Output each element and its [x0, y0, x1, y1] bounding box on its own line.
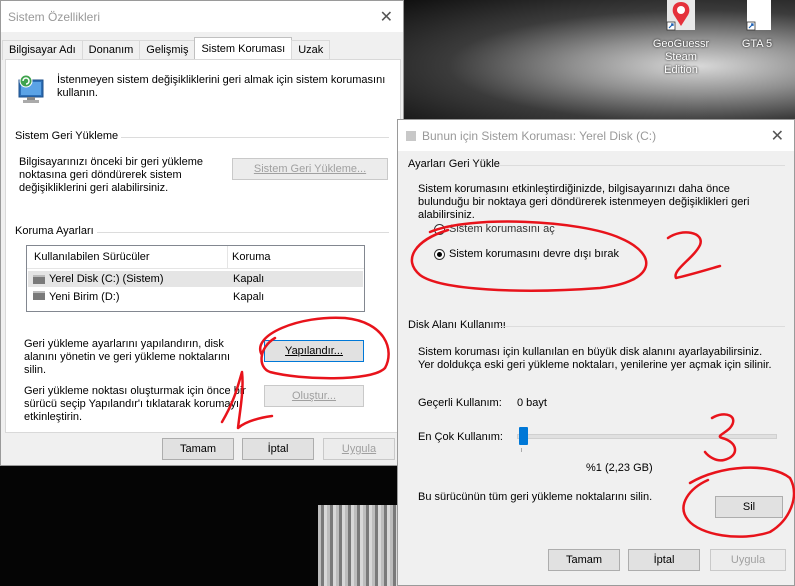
slider-readout: %1 (2,23 GB)	[586, 462, 653, 474]
disk-usage-desc: Sistem koruması için kullanılan en büyük…	[418, 346, 772, 371]
max-usage-slider[interactable]	[517, 424, 777, 454]
protection-settings-heading: Koruma Ayarları	[15, 225, 94, 237]
close-icon[interactable]: ✕	[380, 7, 393, 26]
system-properties-window: Sistem Özellikleri ✕ Bilgisayar Adı Dona…	[0, 0, 404, 466]
column-header-protection[interactable]: Koruma	[232, 251, 271, 263]
dialog-title: Bunun için Sistem Koruması: Yerel Disk (…	[422, 128, 657, 143]
dialog-apply-button[interactable]: Uygula	[710, 549, 786, 571]
close-icon[interactable]: ✕	[771, 126, 784, 145]
current-usage-label: Geçerli Kullanım:	[418, 397, 502, 409]
tab-remote[interactable]: Uzak	[291, 40, 331, 60]
divider	[499, 165, 785, 166]
gta5-label: GTA 5	[741, 38, 773, 50]
window-title: Sistem Özellikleri	[8, 9, 101, 24]
restore-settings-heading: Ayarları Geri Yükle	[408, 158, 500, 170]
geoguessr-icon	[661, 0, 701, 36]
column-divider	[227, 246, 228, 268]
drive-name: Yeni Birim (D:)	[49, 291, 120, 303]
drive-row-d[interactable]: Yeni Birim (D:) Kapalı	[28, 289, 363, 305]
create-button[interactable]: Oluştur...	[264, 385, 364, 407]
system-restore-heading: Sistem Geri Yükleme	[15, 130, 119, 142]
drives-list[interactable]: Kullanılabilen Sürücüler Koruma Yerel Di…	[26, 245, 365, 312]
drive-name: Yerel Disk (C:) (Sistem)	[49, 273, 164, 285]
disk-usage-heading: Disk Alanı Kullanımı	[408, 319, 506, 331]
slider-thumb[interactable]	[519, 427, 528, 445]
intro-text: İstenmeyen sistem değişikliklerini geri …	[57, 74, 386, 99]
create-text: Geri yükleme noktası oluşturmak için önc…	[24, 385, 246, 423]
drive-row-c[interactable]: Yerel Disk (C:) (Sistem) Kapalı	[28, 271, 363, 287]
system-protection-page: İstenmeyen sistem değişikliklerini geri …	[5, 59, 401, 433]
delete-text: Bu sürücünün tüm geri yükleme noktaların…	[418, 491, 653, 503]
radio-disable-label[interactable]: Sistem korumasını devre dışı bırak	[449, 248, 619, 261]
drive-status: Kapalı	[233, 291, 265, 303]
radio-turn-on-label[interactable]: Sistem korumasını aç	[449, 223, 555, 236]
divider	[499, 326, 785, 327]
protection-dialog-titlebar[interactable]: Bunun için Sistem Koruması: Yerel Disk (…	[398, 120, 794, 151]
radio-disable[interactable]	[434, 249, 445, 260]
divider	[121, 137, 389, 138]
dialog-app-icon	[406, 130, 416, 141]
tab-hardware[interactable]: Donanım	[81, 40, 141, 60]
restore-settings-desc: Sistem korumasını etkinleştirdiğinizde, …	[418, 183, 750, 221]
cancel-button[interactable]: İptal	[242, 438, 314, 460]
drive-icon	[33, 291, 45, 300]
dialog-cancel-button[interactable]: İptal	[628, 549, 700, 571]
tab-strip: Bilgisayar Adı Donanım Gelişmiş Sistem K…	[2, 37, 331, 62]
slider-track[interactable]	[517, 434, 777, 439]
desktop-icon-gta5[interactable]: GTA 5	[722, 0, 792, 51]
system-restore-button[interactable]: Sistem Geri Yükleme...	[232, 158, 388, 180]
computer-shield-icon	[16, 72, 48, 106]
column-header-drives[interactable]: Kullanılabilen Sürücüler	[34, 251, 150, 263]
dialog-ok-button[interactable]: Tamam	[548, 549, 620, 571]
desktop-icon-geoguessr[interactable]: GeoGuessr Steam Edition	[646, 0, 716, 77]
system-restore-text: Bilgisayarınızı önceki bir geri yükleme …	[19, 156, 204, 194]
configure-button[interactable]: Yapılandır...	[264, 340, 364, 362]
desktop-wallpaper-bottom	[318, 505, 398, 586]
apply-button[interactable]: Uygula	[323, 438, 395, 460]
geoguessr-label-1: GeoGuessr	[652, 38, 710, 50]
tab-advanced[interactable]: Gelişmiş	[139, 40, 196, 60]
divider	[97, 232, 389, 233]
geoguessr-label-3: Edition	[664, 64, 698, 76]
max-usage-label: En Çok Kullanım:	[418, 431, 503, 443]
gta5-file-icon	[737, 0, 777, 36]
ok-button[interactable]: Tamam	[162, 438, 234, 460]
system-properties-titlebar[interactable]: Sistem Özellikleri ✕	[1, 1, 403, 32]
radio-turn-on[interactable]	[434, 224, 445, 235]
tab-computer-name[interactable]: Bilgisayar Adı	[2, 40, 83, 60]
drives-list-header: Kullanılabilen Sürücüler Koruma	[27, 246, 364, 269]
delete-button[interactable]: Sil	[715, 496, 783, 518]
protection-dialog: Bunun için Sistem Koruması: Yerel Disk (…	[397, 119, 795, 586]
configure-text: Geri yükleme ayarlarını yapılandırın, di…	[24, 338, 231, 376]
slider-tick	[521, 448, 522, 452]
current-usage-value: 0 bayt	[517, 397, 547, 409]
geoguessr-label-2: Steam	[665, 51, 697, 63]
drive-icon	[33, 275, 45, 284]
drive-status: Kapalı	[233, 273, 265, 285]
